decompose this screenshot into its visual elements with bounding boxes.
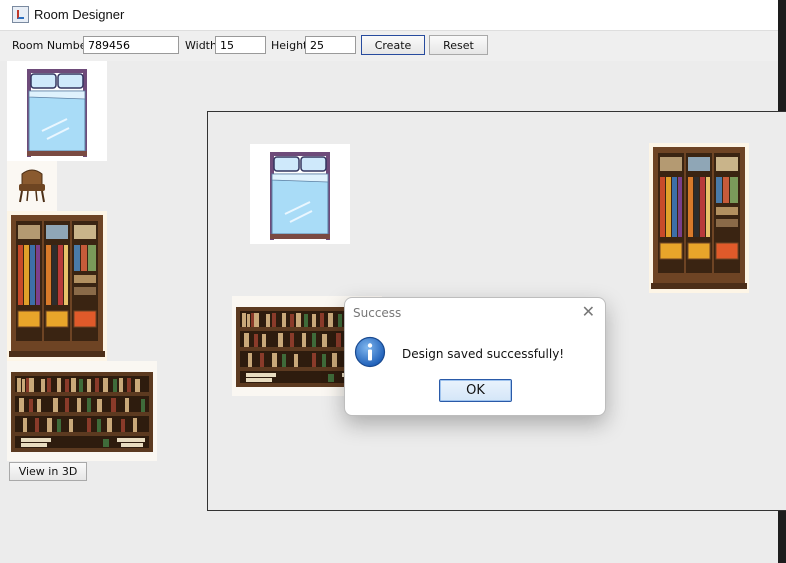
dialog-message: Design saved successfully! [402,347,565,361]
wardrobe-icon [649,143,749,293]
toolbar: Room Number Width Height Create Reset [0,31,778,61]
bed-icon [250,144,350,244]
window-title: Room Designer [34,7,125,22]
palette-armchair[interactable] [7,161,57,211]
palette-wardrobe[interactable] [7,211,107,361]
bed-icon [7,61,107,161]
armchair-icon [18,169,46,203]
placed-wardrobe[interactable] [649,143,749,293]
room-number-input[interactable] [83,36,179,54]
width-label: Width [185,39,217,52]
width-input[interactable] [215,36,266,54]
success-dialog: Success ✕ Design saved successfully! OK [344,297,606,416]
room-number-label: Room Number [12,39,92,52]
title-bar: Room Designer [0,0,786,31]
java-app-icon [12,6,29,23]
palette-bed[interactable] [7,61,107,161]
create-button[interactable]: Create [361,35,425,55]
palette-bookshelf[interactable] [7,361,157,461]
close-icon[interactable]: ✕ [582,302,595,321]
height-label: Height [271,39,308,52]
info-icon [354,336,386,368]
placed-bed[interactable] [250,144,350,244]
wardrobe-icon [7,211,107,361]
dialog-title: Success [353,306,402,320]
view-in-3d-button[interactable]: View in 3D [9,462,87,481]
height-input[interactable] [305,36,356,54]
ok-button[interactable]: OK [439,379,512,402]
bookshelf-icon [11,372,153,452]
reset-button[interactable]: Reset [429,35,488,55]
